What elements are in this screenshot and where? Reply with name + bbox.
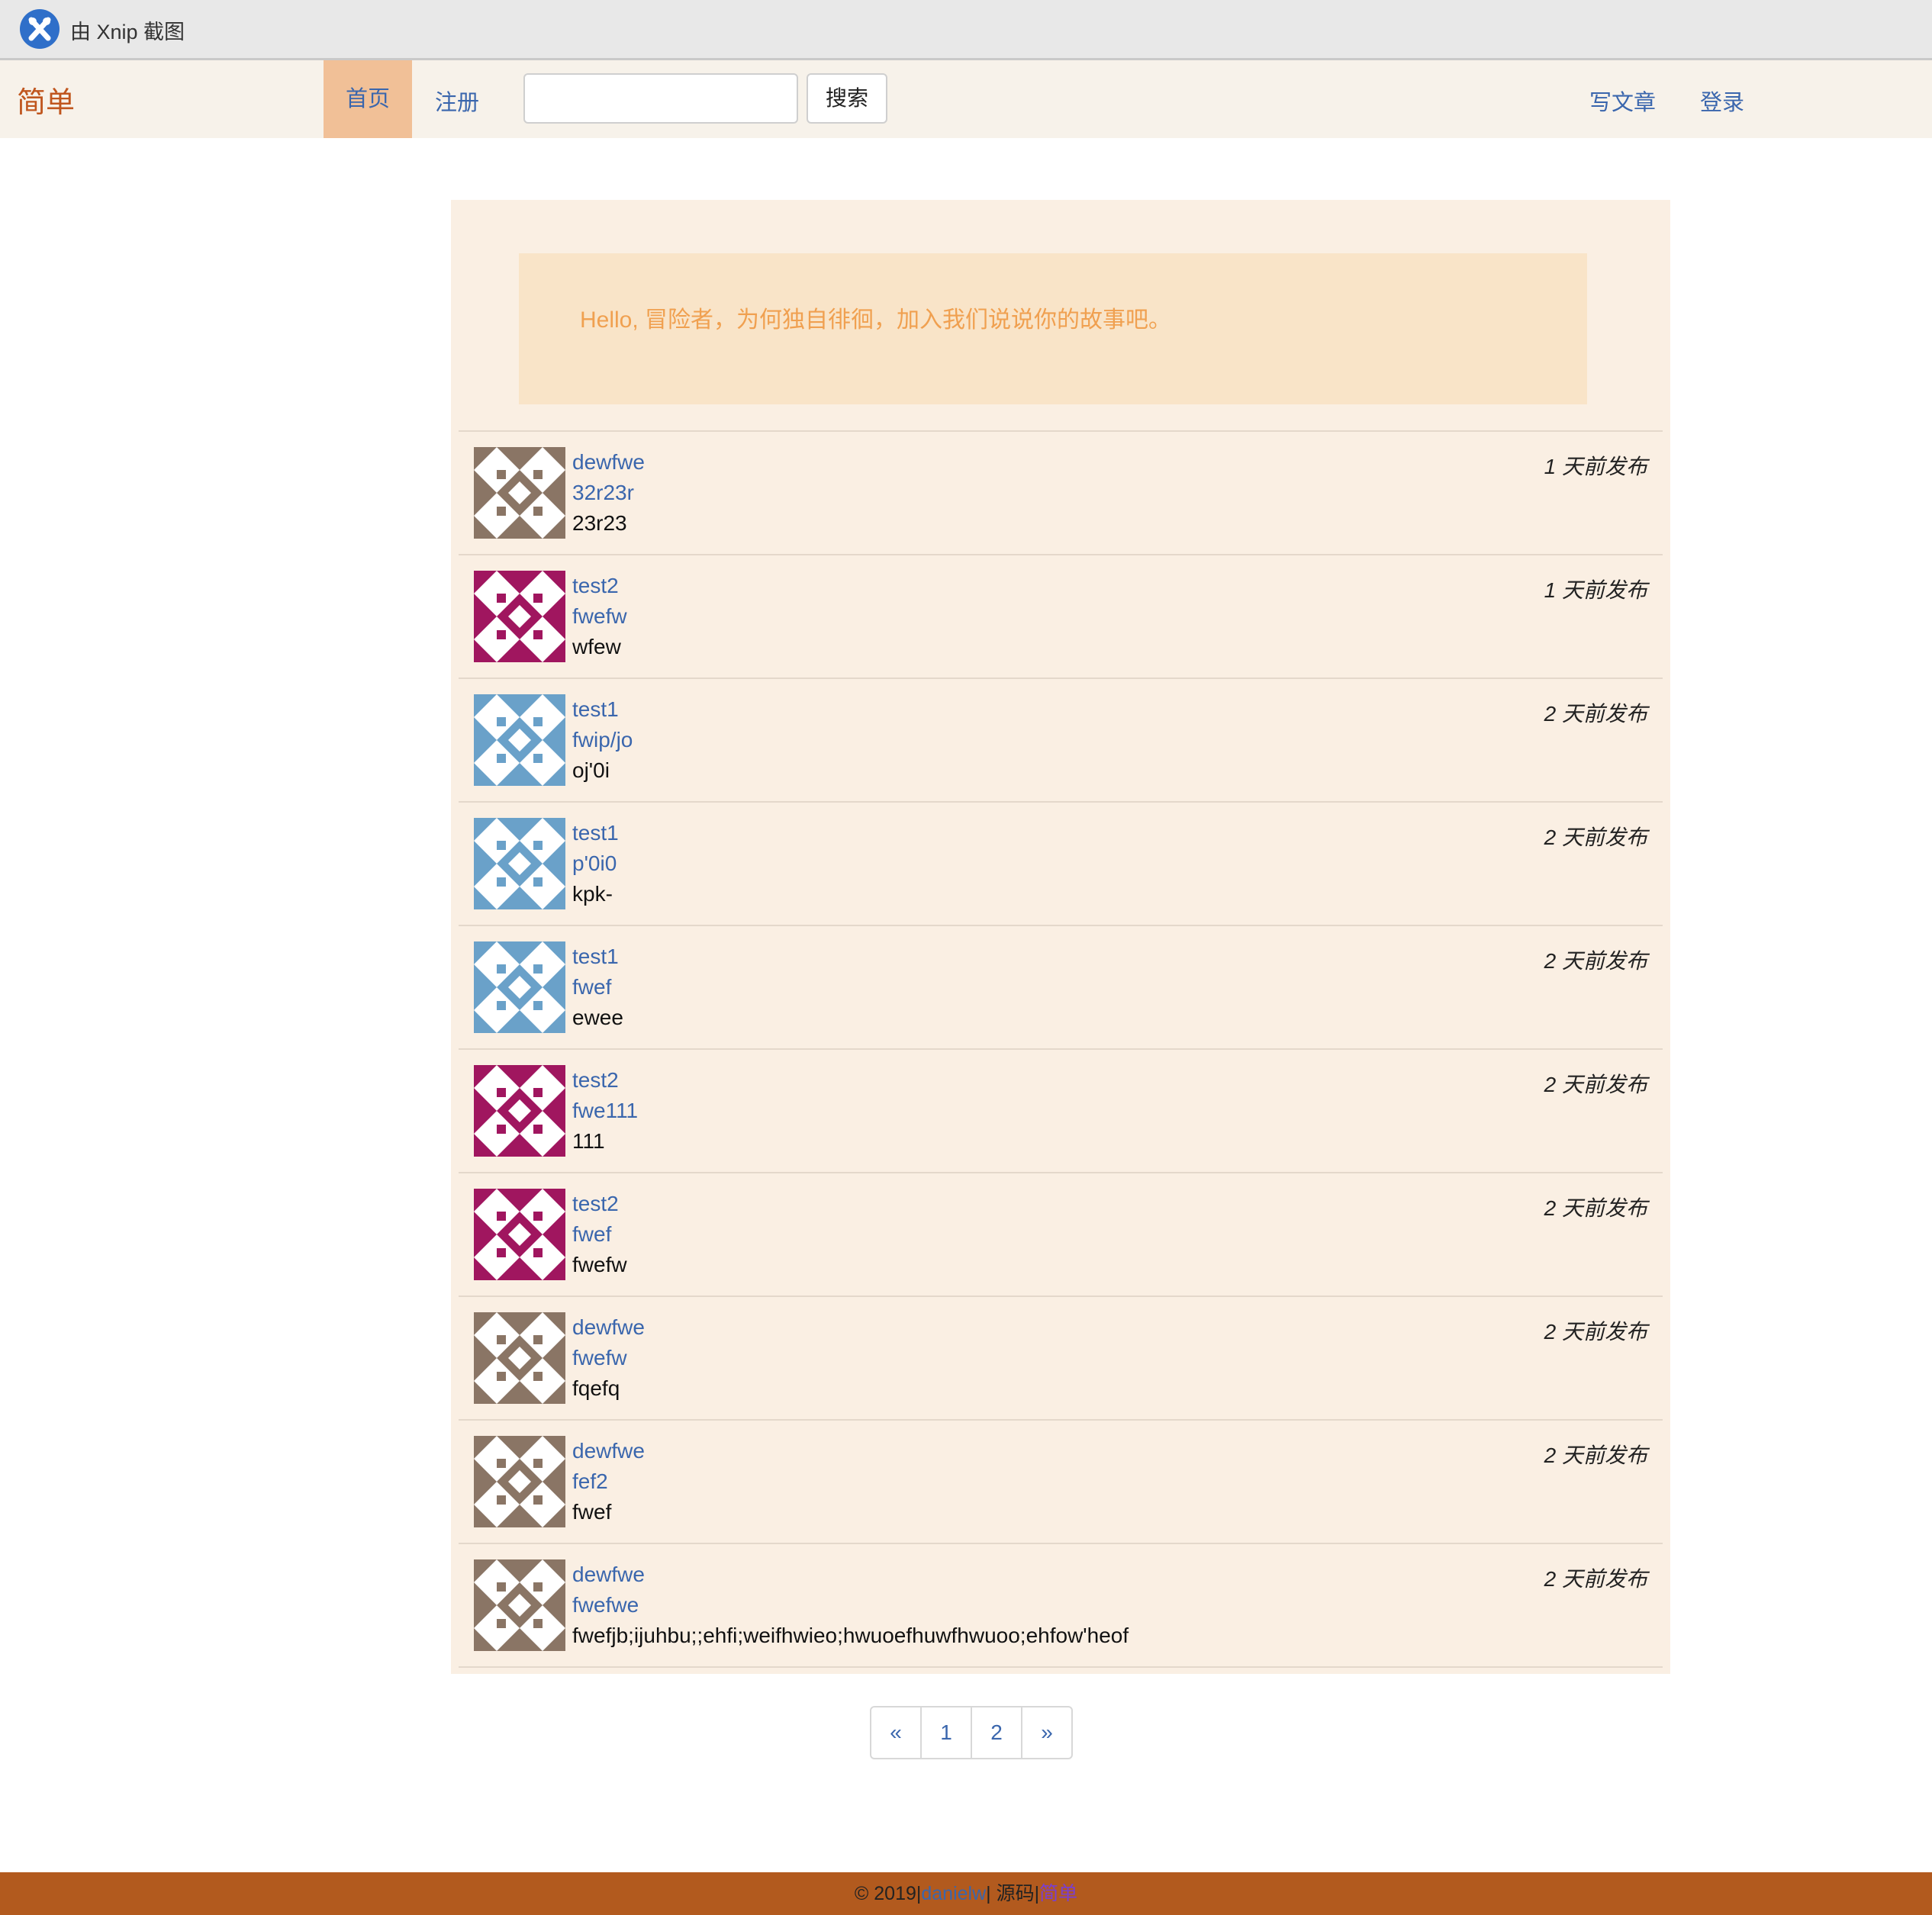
avatar[interactable] [474,1189,565,1280]
search-button[interactable]: 搜索 [807,73,887,124]
avatar[interactable] [474,571,565,662]
nav-write-article[interactable]: 写文章 [1589,85,1656,117]
post-timestamp: 2 天前发布 [1544,1567,1647,1591]
post-title-link[interactable]: fef2 [572,1469,608,1494]
post-item: test2 fwef fwefw 2 天前发布 [459,1172,1663,1295]
footer-project-link[interactable]: 简单 [1039,1883,1077,1904]
pagination-next[interactable]: » [1022,1707,1071,1758]
search-input[interactable] [523,73,798,124]
post-timestamp: 2 天前发布 [1544,1196,1647,1220]
post-excerpt: fwefw [572,1253,627,1276]
post-excerpt: fwefjb;ijuhbu;;ehfi;weifhwieo;hwuoefhuwf… [572,1624,1129,1647]
welcome-text: Hello, 冒险者，为何独自徘徊，加入我们说说你的故事吧。 [580,307,1172,333]
post-excerpt: oj'0i [572,758,610,782]
welcome-jumbotron: Hello, 冒险者，为何独自徘徊，加入我们说说你的故事吧。 [519,253,1587,404]
capture-bar: 由 Xnip 截图 [0,0,1932,60]
post-title-link[interactable]: fwip/jo [572,728,633,752]
brand-logo[interactable]: 简单 [17,79,75,121]
post-timestamp: 2 天前发布 [1544,1320,1647,1344]
post-title-link[interactable]: fwefw [572,604,627,629]
post-item: test1 p'0i0 kpk- 2 天前发布 [459,801,1663,925]
post-title-link[interactable]: fwe111 [572,1099,638,1123]
post-timestamp: 2 天前发布 [1544,1443,1647,1467]
avatar[interactable] [474,1436,565,1527]
avatar[interactable] [474,694,565,786]
avatar[interactable] [474,1065,565,1157]
post-excerpt: fqefq [572,1376,620,1400]
nav-register[interactable]: 注册 [435,85,479,117]
post-item: dewfwe 32r23r 23r23 1 天前发布 [459,430,1663,554]
post-author-link[interactable]: dewfwe [572,1315,645,1340]
post-title-link[interactable]: fwefw [572,1346,627,1370]
footer-author-link[interactable]: danielw [921,1883,986,1904]
post-item: dewfwe fwefw fqefq 2 天前发布 [459,1295,1663,1419]
avatar[interactable] [474,447,565,539]
post-author-link[interactable]: test1 [572,821,619,845]
pagination-prev[interactable]: « [871,1707,922,1758]
post-item: test2 fwe111 111 2 天前发布 [459,1048,1663,1172]
post-item: dewfwe fwefwe fwefjb;ijuhbu;;ehfi;weifhwie… [459,1543,1663,1668]
post-author-link[interactable]: test2 [572,1192,619,1216]
post-title-link[interactable]: p'0i0 [572,851,617,876]
footer-source-label: | 源码| [986,1883,1040,1904]
capture-bar-title: 由 Xnip 截图 [70,21,185,43]
post-author-link[interactable]: dewfwe [572,450,645,475]
post-timestamp: 2 天前发布 [1544,826,1647,849]
post-author-link[interactable]: test2 [572,574,619,598]
post-excerpt: 23r23 [572,511,627,535]
post-title-link[interactable]: fwef [572,975,611,999]
post-title-link[interactable]: 32r23r [572,481,634,505]
pagination: « 1 2 » [870,1706,1073,1759]
post-excerpt: ewee [572,1006,623,1029]
nav-login[interactable]: 登录 [1700,85,1744,117]
pagination-page-2[interactable]: 2 [972,1707,1022,1758]
post-author-link[interactable]: test2 [572,1068,619,1093]
avatar[interactable] [474,941,565,1033]
post-title-link[interactable]: fwefwe [572,1593,639,1617]
nav-home[interactable]: 首页 [324,60,412,138]
post-item: test2 fwefw wfew 1 天前发布 [459,554,1663,677]
avatar[interactable] [474,1559,565,1651]
post-author-link[interactable]: dewfwe [572,1439,645,1463]
xnip-icon [20,9,60,49]
footer-copyright: © 2019| [854,1883,922,1904]
pagination-page-1[interactable]: 1 [922,1707,972,1758]
post-excerpt: wfew [572,635,621,658]
post-timestamp: 1 天前发布 [1544,455,1647,478]
top-navbar: 简单 首页 注册 搜索 写文章 登录 [0,60,1932,138]
post-timestamp: 2 天前发布 [1544,949,1647,973]
post-timestamp: 2 天前发布 [1544,1073,1647,1096]
main-panel: Hello, 冒险者，为何独自徘徊，加入我们说说你的故事吧。 dewfwe 32r… [451,200,1670,1674]
post-excerpt: fwef [572,1500,612,1524]
post-timestamp: 2 天前发布 [1544,702,1647,726]
post-author-link[interactable]: test1 [572,697,619,722]
footer: © 2019|danielw| 源码|简单 [0,1872,1932,1915]
post-timestamp: 1 天前发布 [1544,578,1647,602]
post-item: dewfwe fef2 fwef 2 天前发布 [459,1419,1663,1543]
post-excerpt: 111 [572,1129,605,1153]
avatar[interactable] [474,1312,565,1404]
avatar[interactable] [474,818,565,909]
post-item: test1 fwip/jo oj'0i 2 天前发布 [459,677,1663,801]
post-title-link[interactable]: fwef [572,1222,611,1247]
post-author-link[interactable]: test1 [572,945,619,969]
post-excerpt: kpk- [572,882,613,906]
post-item: test1 fwef ewee 2 天前发布 [459,925,1663,1048]
post-author-link[interactable]: dewfwe [572,1563,645,1587]
